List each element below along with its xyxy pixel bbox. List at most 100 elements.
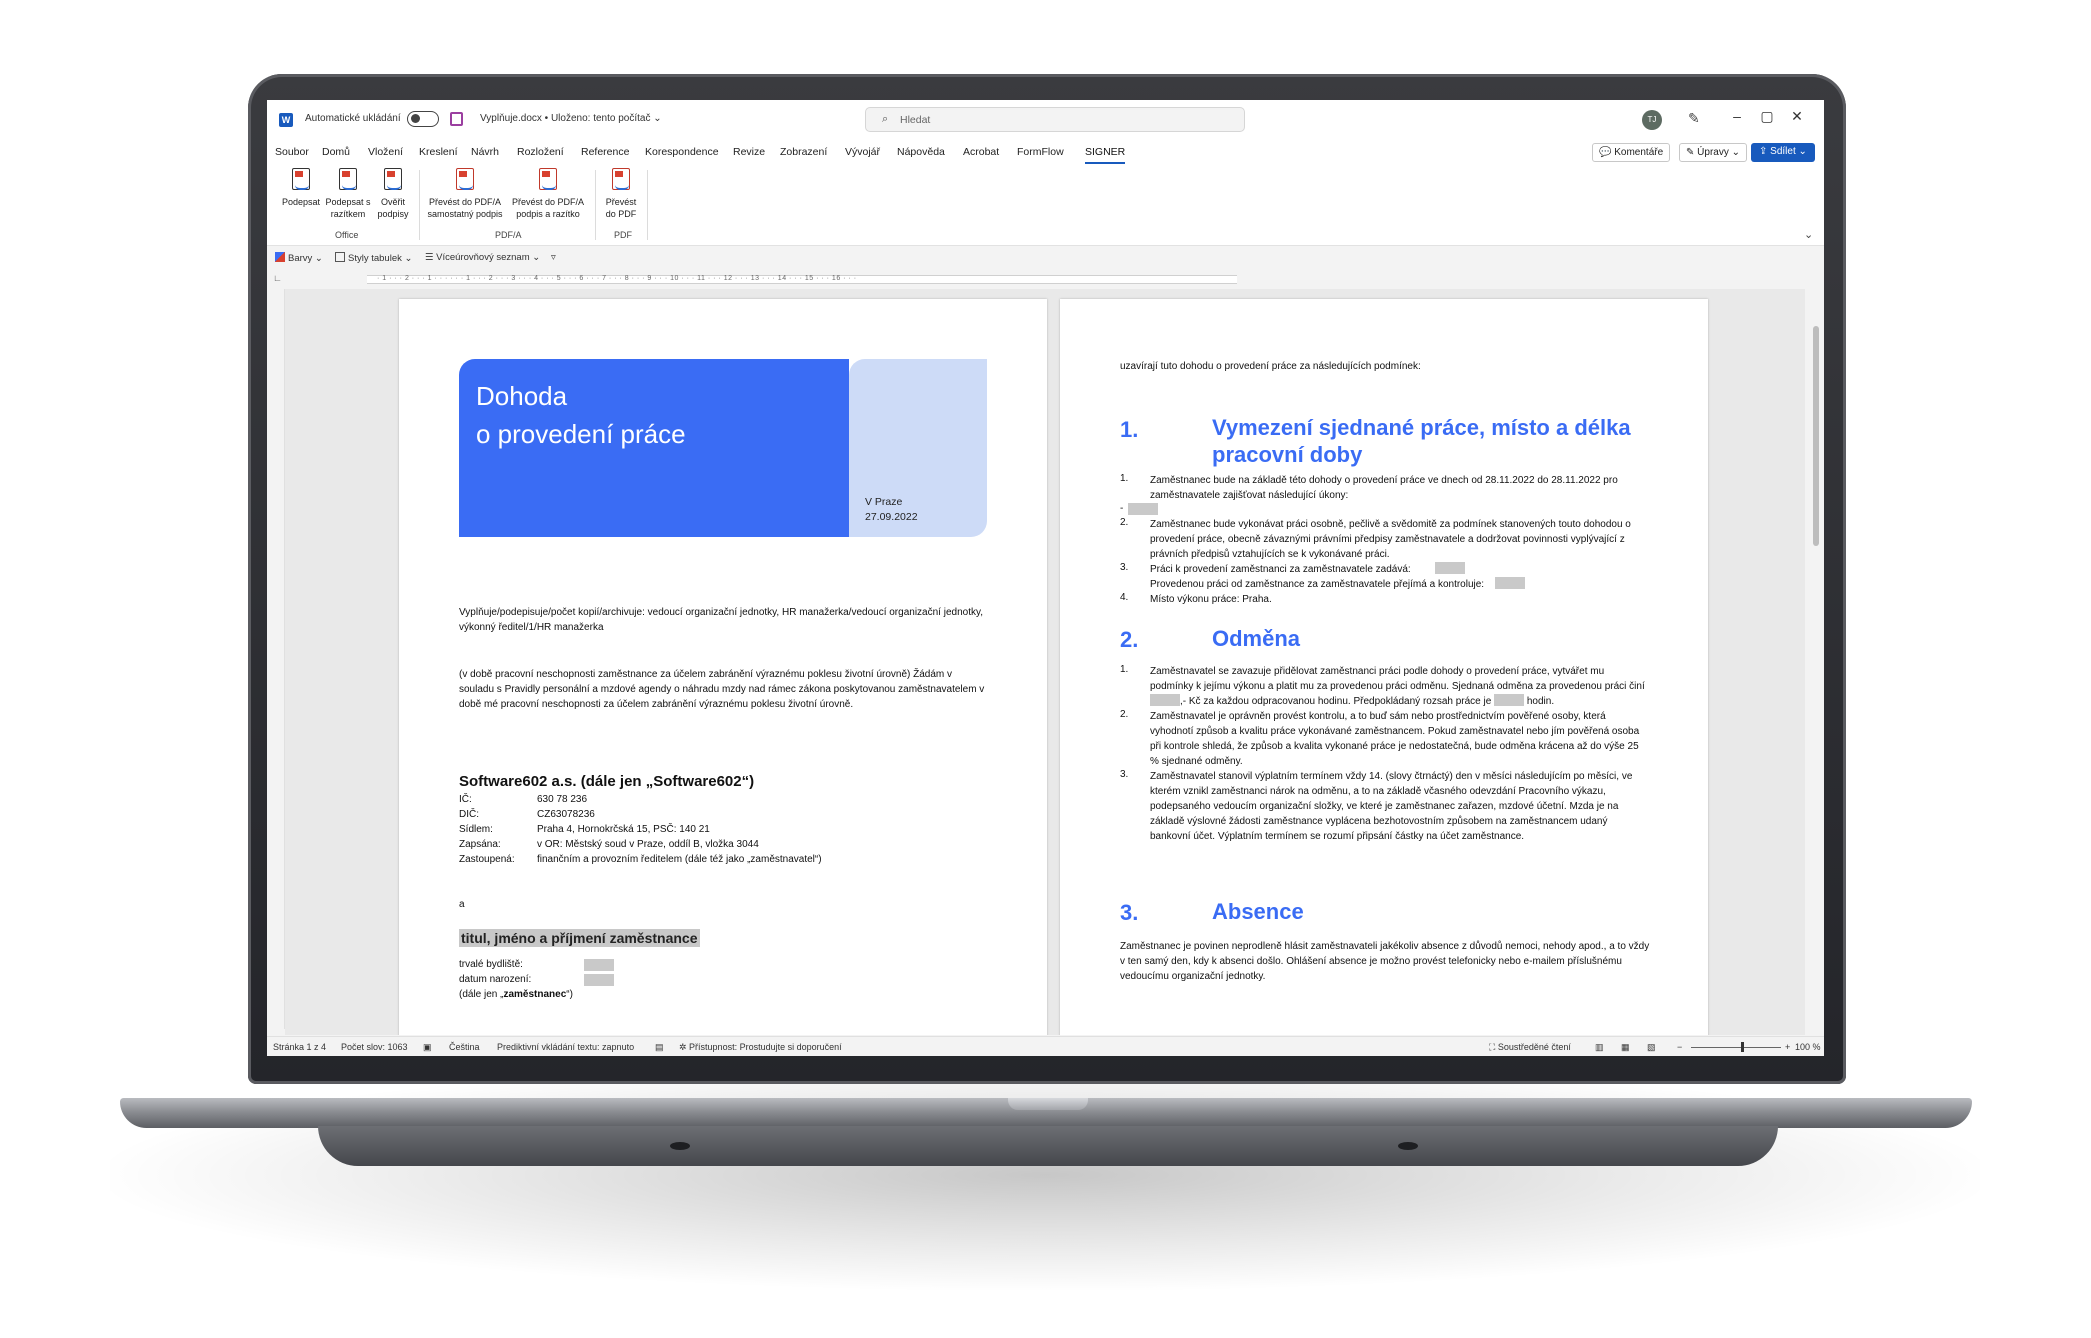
info-value: finančním a provozním ředitelem (dále té… bbox=[537, 854, 822, 865]
ribbon-collapse-icon[interactable]: ⌄ bbox=[1804, 228, 1813, 241]
minimize-button[interactable]: – bbox=[1727, 108, 1747, 124]
list-text: Provedenou práci od zaměstnance za zaměs… bbox=[1150, 579, 1485, 590]
restore-button[interactable]: ▢ bbox=[1757, 108, 1777, 125]
laptop-foot bbox=[670, 1142, 690, 1150]
word-app-icon: W bbox=[279, 113, 293, 127]
close-button[interactable]: ✕ bbox=[1787, 108, 1807, 125]
residence-label: trvalé bydliště: bbox=[459, 959, 523, 970]
list-number: 2. bbox=[1120, 709, 1129, 720]
assigner-field[interactable] bbox=[1435, 562, 1465, 574]
proofing-icon[interactable]: ▣ bbox=[423, 1042, 432, 1053]
tab-revize[interactable]: Revize bbox=[733, 146, 765, 158]
avatar[interactable]: TJ bbox=[1642, 110, 1662, 130]
sign-with-stamp-button[interactable]: Podepsat s razítkem bbox=[325, 168, 371, 220]
comments-button[interactable]: 💬 Komentáře bbox=[1592, 143, 1671, 162]
hours-field[interactable] bbox=[1494, 694, 1525, 706]
edits-button[interactable]: ✎ Úpravy ⌄ bbox=[1679, 143, 1748, 162]
reward-text-a: Zaměstnavatel se zavazuje přidělovat zam… bbox=[1150, 666, 1645, 692]
quick-toolbar: Barvy ⌄ Styly tabulek ⌄ ☰ Víceúrovňový s… bbox=[267, 247, 1824, 269]
multilevel-list-dropdown[interactable]: ☰ Víceúrovňový seznam ⌄ bbox=[425, 252, 540, 263]
company-name: Software602 a.s. (dále jen „Software602“… bbox=[459, 773, 755, 790]
zoom-in-button[interactable]: + bbox=[1785, 1042, 1790, 1052]
edits-label: Úpravy ⌄ bbox=[1697, 147, 1741, 158]
sign-label: Podepsat bbox=[281, 197, 321, 207]
acceptor-field[interactable] bbox=[1495, 577, 1525, 589]
reward-amount-field[interactable] bbox=[1150, 694, 1180, 706]
search-placeholder: Hledat bbox=[900, 114, 931, 126]
tab-domu[interactable]: Domů bbox=[322, 146, 350, 158]
tab-napoveda[interactable]: Nápověda bbox=[897, 146, 945, 158]
zoom-level[interactable]: 100 % bbox=[1795, 1042, 1821, 1052]
web-layout-icon[interactable]: ▧ bbox=[1647, 1042, 1656, 1053]
birth-date-field[interactable] bbox=[584, 974, 614, 986]
list-number: 3. bbox=[1120, 562, 1129, 573]
title-line-1: Dohoda bbox=[476, 381, 568, 411]
share-button[interactable]: ⇪ Sdílet ⌄ bbox=[1751, 143, 1815, 162]
residence-field[interactable] bbox=[584, 959, 614, 971]
tab-zobrazeni[interactable]: Zobrazení bbox=[780, 146, 827, 158]
table-styles-dropdown[interactable]: Styly tabulek ⌄ bbox=[335, 252, 412, 264]
page-count[interactable]: Stránka 1 z 4 bbox=[273, 1042, 326, 1052]
document-name[interactable]: Vyplňuje.docx • Uloženo: tento počítač ⌄ bbox=[480, 113, 662, 124]
vertical-scrollbar[interactable] bbox=[1813, 296, 1819, 1036]
info-key: DIČ: bbox=[459, 809, 479, 820]
colors-dropdown[interactable]: Barvy ⌄ bbox=[275, 252, 323, 264]
tasks-field[interactable] bbox=[1128, 503, 1158, 515]
search-input[interactable]: ⌕ Hledat bbox=[865, 107, 1245, 132]
tab-vlozeni[interactable]: Vložení bbox=[368, 146, 403, 158]
zoom-slider-handle[interactable] bbox=[1741, 1042, 1744, 1052]
predictive-text[interactable]: Prediktivní vkládání textu: zapnuto bbox=[497, 1042, 634, 1052]
employee-name-field[interactable]: titul, jméno a příjmení zaměstnance bbox=[459, 929, 700, 947]
multilevel-label: Víceúrovňový seznam ⌄ bbox=[436, 252, 541, 263]
tab-vyvojar[interactable]: Vývojář bbox=[845, 146, 880, 158]
save-icon[interactable] bbox=[450, 112, 463, 126]
read-mode-icon[interactable]: ▥ bbox=[1595, 1042, 1604, 1053]
document-page-2[interactable]: uzavírají tuto dohodu o provedení práce … bbox=[1060, 299, 1708, 1035]
absence-paragraph: Zaměstnanec je povinen neprodleně hlásit… bbox=[1120, 941, 1650, 982]
scrollbar-thumb[interactable] bbox=[1813, 326, 1819, 546]
word-count[interactable]: Počet slov: 1063 bbox=[341, 1042, 408, 1052]
tab-soubor[interactable]: Soubor bbox=[275, 146, 309, 158]
section-number: 3. bbox=[1120, 900, 1139, 925]
section-title: Vymezení sjednané práce, místo a délka p… bbox=[1212, 415, 1631, 467]
convert-pdf-button[interactable]: Převést do PDF bbox=[601, 168, 641, 220]
convert-pdfa-stamp-button[interactable]: Převést do PDF/A podpis a razítko bbox=[509, 168, 587, 220]
ribbon-tabs: Soubor Domů Vložení Kreslení Návrh Rozlo… bbox=[267, 140, 1824, 164]
list-number: 1. bbox=[1120, 473, 1129, 484]
tab-navrh[interactable]: Návrh bbox=[471, 146, 499, 158]
tab-rozlozeni[interactable]: Rozložení bbox=[517, 146, 564, 158]
verify-signatures-button[interactable]: Ověřit podpisy bbox=[373, 168, 413, 220]
sign-button[interactable]: Podepsat bbox=[279, 168, 323, 208]
tab-signer[interactable]: SIGNER bbox=[1085, 146, 1126, 164]
customize-toolbar-icon[interactable]: ▿ bbox=[551, 252, 556, 263]
print-layout-icon[interactable]: ▦ bbox=[1621, 1042, 1630, 1053]
section-number: 1. bbox=[1120, 417, 1139, 442]
tab-reference[interactable]: Reference bbox=[581, 146, 629, 158]
convert-pdfa-signature-button[interactable]: Převést do PDF/A samostatný podpis bbox=[425, 168, 505, 220]
pdfa-signature-icon bbox=[453, 168, 477, 194]
macro-icon[interactable]: ▤ bbox=[655, 1042, 664, 1053]
birth-label: datum narození: bbox=[459, 974, 532, 985]
zoom-slider[interactable] bbox=[1691, 1047, 1781, 1048]
tab-kresleni[interactable]: Kreslení bbox=[419, 146, 458, 158]
autosave-toggle[interactable] bbox=[407, 111, 439, 127]
tab-formflow[interactable]: FormFlow bbox=[1017, 146, 1064, 158]
tab-acrobat[interactable]: Acrobat bbox=[963, 146, 999, 158]
reward-text-c: hodin. bbox=[1526, 696, 1555, 707]
tab-korespondence[interactable]: Korespondence bbox=[645, 146, 719, 158]
group-label-pdfa: PDF/A bbox=[495, 230, 522, 240]
autosave-label: Automatické ukládání bbox=[305, 113, 401, 124]
focus-mode-button[interactable]: ⛶ Soustředěné čtení bbox=[1489, 1042, 1571, 1053]
status-bar: Stránka 1 z 4 Počet slov: 1063 ▣ Čeština… bbox=[267, 1036, 1824, 1056]
info-key: IČ: bbox=[459, 794, 472, 805]
word-window: W Automatické ukládání Vyplňuje.docx • U… bbox=[267, 100, 1824, 1056]
list-text: Zaměstnavatel je oprávněn provést kontro… bbox=[1150, 711, 1640, 767]
zoom-out-button[interactable]: − bbox=[1677, 1042, 1682, 1052]
pen-icon[interactable]: ✎ bbox=[1688, 110, 1700, 127]
accessibility-status[interactable]: ✲ Přístupnost: Prostudujte si doporučení bbox=[679, 1042, 842, 1053]
language[interactable]: Čeština bbox=[449, 1042, 480, 1052]
tab-selector-icon[interactable]: ∟ bbox=[273, 273, 282, 283]
document-page-1[interactable]: Dohoda o provedení práce V Praze 27.09.2… bbox=[399, 299, 1047, 1035]
section-title: Absence bbox=[1212, 899, 1304, 924]
list-text: Místo výkonu práce: Praha. bbox=[1150, 594, 1272, 605]
